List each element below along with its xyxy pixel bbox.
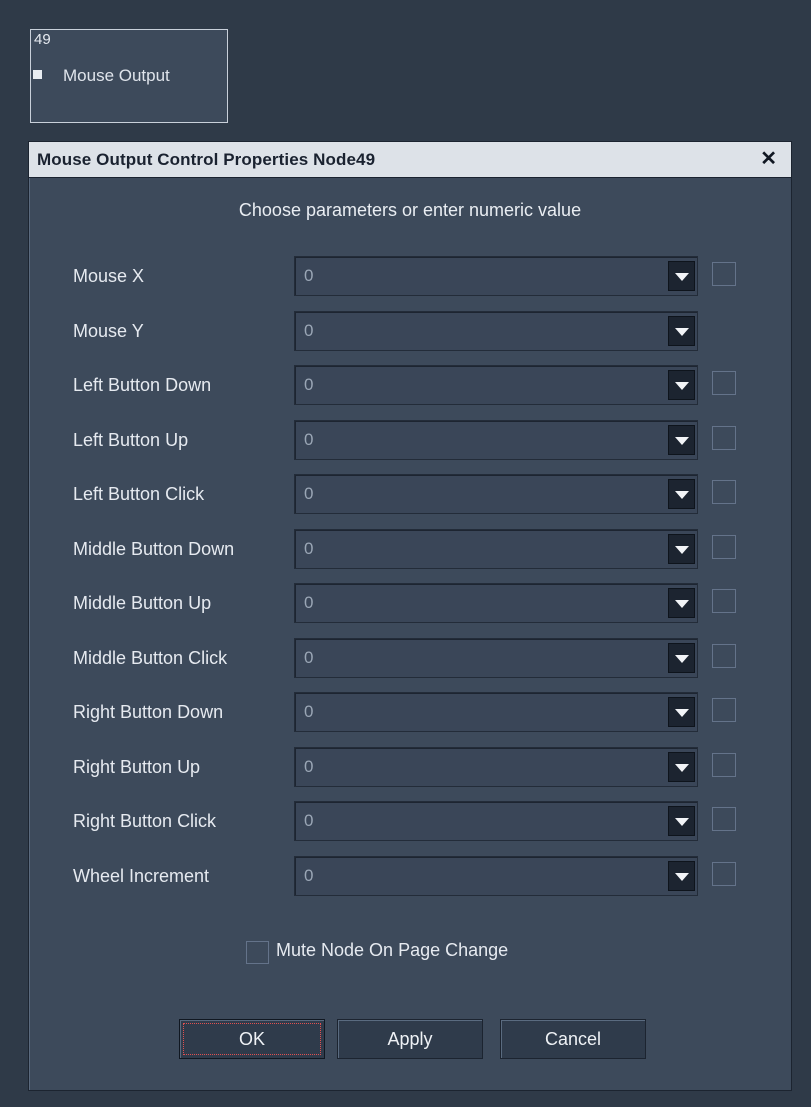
parameter-checkbox[interactable] <box>712 589 736 613</box>
parameter-checkbox[interactable] <box>712 262 736 286</box>
parameter-label: Right Button Up <box>73 757 201 777</box>
parameter-row: Left Button Down 0 <box>29 365 791 405</box>
combobox-value[interactable]: 0 <box>304 266 313 286</box>
combobox-value[interactable]: 0 <box>304 539 313 559</box>
parameter-combobox[interactable]: 0 <box>294 365 698 405</box>
parameter-row: Right Button Click 0 <box>29 801 791 841</box>
parameter-row: Mouse Y 0 <box>29 311 791 351</box>
combobox-value[interactable]: 0 <box>304 811 313 831</box>
parameter-label: Left Button Click <box>73 484 205 504</box>
chevron-down-icon[interactable] <box>668 752 695 782</box>
parameter-checkbox[interactable] <box>712 698 736 722</box>
parameter-label: Middle Button Click <box>73 648 228 668</box>
parameter-row: Middle Button Click 0 <box>29 638 791 678</box>
parameter-combobox[interactable]: 0 <box>294 583 698 623</box>
combobox-value[interactable]: 0 <box>304 484 313 504</box>
cancel-button[interactable]: Cancel <box>500 1019 646 1059</box>
parameter-row: Right Button Down 0 <box>29 692 791 732</box>
parameter-checkbox[interactable] <box>712 371 736 395</box>
parameter-row: Left Button Up 0 <box>29 420 791 460</box>
combobox-value[interactable]: 0 <box>304 430 313 450</box>
chevron-down-icon[interactable] <box>668 861 695 891</box>
chevron-down-icon[interactable] <box>668 806 695 836</box>
chevron-down-icon[interactable] <box>668 588 695 618</box>
apply-button-label: Apply <box>387 1029 433 1049</box>
parameter-combobox[interactable]: 0 <box>294 747 698 787</box>
parameter-row: Left Button Click 0 <box>29 474 791 514</box>
properties-dialog: Mouse Output Control Properties Node49 ✕… <box>28 141 792 1091</box>
dialog-titlebar[interactable]: Mouse Output Control Properties Node49 ✕ <box>29 142 791 178</box>
parameter-checkbox[interactable] <box>712 753 736 777</box>
focus-rectangle <box>183 1023 321 1055</box>
parameter-checkbox[interactable] <box>712 644 736 668</box>
chevron-down-icon[interactable] <box>668 370 695 400</box>
chevron-down-icon[interactable] <box>668 316 695 346</box>
parameter-label: Middle Button Up <box>73 593 212 613</box>
parameter-combobox[interactable]: 0 <box>294 529 698 569</box>
parameter-label: Mouse Y <box>73 321 144 341</box>
combobox-value[interactable]: 0 <box>304 375 313 395</box>
parameter-checkbox[interactable] <box>712 807 736 831</box>
chevron-down-icon[interactable] <box>668 697 695 727</box>
parameter-combobox[interactable]: 0 <box>294 311 698 351</box>
node-box[interactable]: 49 Mouse Output <box>30 29 228 123</box>
close-icon[interactable]: ✕ <box>760 148 777 170</box>
parameter-label: Left Button Down <box>73 375 212 395</box>
combobox-value[interactable]: 0 <box>304 648 313 668</box>
parameter-combobox[interactable]: 0 <box>294 420 698 460</box>
parameter-checkbox[interactable] <box>712 535 736 559</box>
dialog-title: Mouse Output Control Properties Node49 <box>37 150 376 169</box>
parameter-label: Right Button Click <box>73 811 217 831</box>
parameter-combobox[interactable]: 0 <box>294 638 698 678</box>
chevron-down-icon[interactable] <box>668 643 695 673</box>
apply-button[interactable]: Apply <box>337 1019 483 1059</box>
chevron-down-icon[interactable] <box>668 425 695 455</box>
parameter-row: Middle Button Down 0 <box>29 529 791 569</box>
parameter-label: Wheel Increment <box>73 866 210 886</box>
combobox-value[interactable]: 0 <box>304 593 313 613</box>
parameter-label: Right Button Down <box>73 702 224 722</box>
chevron-down-icon[interactable] <box>668 534 695 564</box>
mute-label: Mute Node On Page Change <box>276 940 509 960</box>
parameter-row: Wheel Increment 0 <box>29 856 791 896</box>
dialog-subtitle: Choose parameters or enter numeric value <box>238 200 582 220</box>
parameter-row: Right Button Up 0 <box>29 747 791 787</box>
parameter-combobox[interactable]: 0 <box>294 474 698 514</box>
parameter-combobox[interactable]: 0 <box>294 256 698 296</box>
ok-button[interactable]: OK <box>179 1019 325 1059</box>
output-port-icon[interactable] <box>33 70 42 79</box>
parameter-row: Mouse X 0 <box>29 256 791 296</box>
cancel-button-label: Cancel <box>544 1029 602 1049</box>
parameter-combobox[interactable]: 0 <box>294 856 698 896</box>
mute-checkbox[interactable] <box>246 941 269 964</box>
chevron-down-icon[interactable] <box>668 479 695 509</box>
chevron-down-icon[interactable] <box>668 261 695 291</box>
parameter-checkbox[interactable] <box>712 426 736 450</box>
parameter-row: Middle Button Up 0 <box>29 583 791 623</box>
parameter-checkbox[interactable] <box>712 862 736 886</box>
parameter-checkbox[interactable] <box>712 480 736 504</box>
node-id: 49 <box>34 31 51 48</box>
parameter-label: Middle Button Down <box>73 539 235 559</box>
combobox-value[interactable]: 0 <box>304 321 313 341</box>
node-label: Mouse Output <box>63 66 170 85</box>
combobox-value[interactable]: 0 <box>304 757 313 777</box>
combobox-value[interactable]: 0 <box>304 866 313 886</box>
parameter-label: Left Button Up <box>73 430 189 450</box>
parameter-combobox[interactable]: 0 <box>294 801 698 841</box>
parameter-label: Mouse X <box>73 266 145 286</box>
combobox-value[interactable]: 0 <box>304 702 313 722</box>
parameter-combobox[interactable]: 0 <box>294 692 698 732</box>
